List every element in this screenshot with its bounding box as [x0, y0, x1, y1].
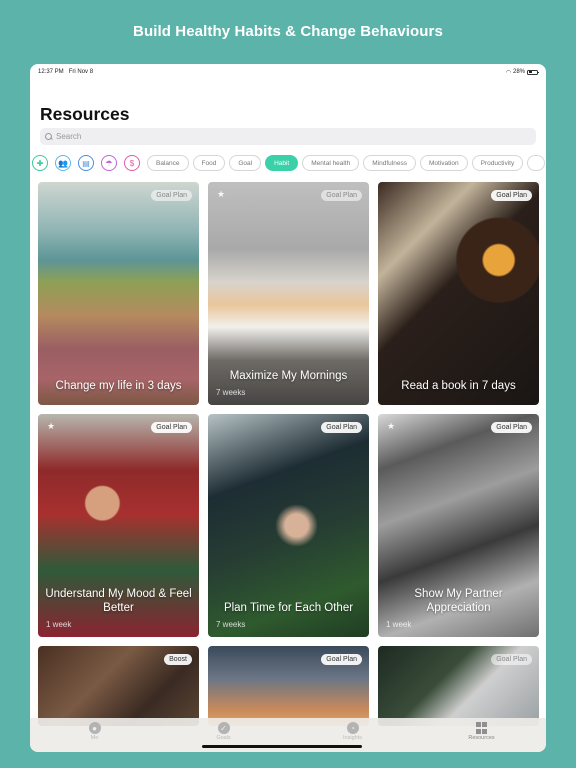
- status-date: Fri Nov 8: [68, 69, 94, 75]
- card-title: Read a book in 7 days: [401, 380, 516, 392]
- tab-label: Goals: [216, 735, 231, 741]
- battery-icon: [527, 69, 539, 75]
- search-icon: [45, 132, 53, 141]
- person-icon: ●: [88, 722, 101, 734]
- star-icon[interactable]: ★: [47, 421, 55, 432]
- card-title: Show My Partner Appreciation: [414, 588, 503, 614]
- battery-percent: 28%: [512, 69, 525, 75]
- search-input[interactable]: [56, 132, 516, 141]
- category-chip-balance[interactable]: Balance: [147, 155, 189, 171]
- filter-icon-chip[interactable]: $: [124, 155, 140, 171]
- card-duration: 7 weeks: [216, 388, 246, 397]
- dollar-icon: $: [129, 158, 135, 168]
- star-icon[interactable]: ★: [387, 421, 395, 432]
- tab-goals[interactable]: ✓ Goals: [174, 722, 274, 741]
- category-chip-more[interactable]: [527, 155, 546, 171]
- card-duration: 1 week: [46, 620, 72, 629]
- filter-icon-chip[interactable]: ▤: [78, 155, 94, 171]
- type-badge: Boost: [164, 654, 192, 665]
- people-icon: 👥: [58, 158, 68, 168]
- resource-card[interactable]: Goal Plan: [208, 646, 369, 726]
- card-title: Maximize My Mornings: [229, 370, 348, 382]
- type-badge: Goal Plan: [321, 190, 362, 201]
- resource-grid: Goal Plan Change my life in 3 days ★ Goa…: [38, 182, 539, 726]
- checkmark-icon: ✓: [217, 722, 230, 734]
- tab-label: Insights: [343, 735, 362, 741]
- chat-icon: ▤: [82, 158, 90, 168]
- resource-card[interactable]: Goal Plan: [378, 646, 539, 726]
- tab-label: Resources: [468, 735, 495, 741]
- resource-card[interactable]: ★ Goal Plan Maximize My Mornings 7 weeks: [208, 182, 369, 405]
- page-title: Resources: [40, 104, 130, 124]
- tab-bar: ● Me ✓ Goals ◔ Insights Resources: [30, 718, 546, 752]
- filter-icon-chip[interactable]: ✚: [32, 155, 48, 171]
- filter-icon-chip[interactable]: 👥: [55, 155, 71, 171]
- category-chip-productivity[interactable]: Productivity: [471, 155, 524, 171]
- puzzle-icon: ✚: [36, 158, 44, 168]
- category-chip-habit[interactable]: Habit: [265, 155, 299, 171]
- filter-icon-chip[interactable]: ☂: [101, 155, 117, 171]
- resource-card[interactable]: ★ Goal Plan Show My Partner Appreciation…: [378, 414, 539, 637]
- status-time: 12:37 PM: [38, 69, 64, 75]
- type-badge: Goal Plan: [491, 654, 532, 665]
- device-screen: 12:37 PM Fri Nov 8 ◠ 28% Resources ✚ 👥 ▤…: [30, 64, 546, 752]
- category-chip-mindfulness[interactable]: Mindfulness: [363, 155, 416, 171]
- category-chip-motivation[interactable]: Motivation: [419, 155, 468, 171]
- resource-card[interactable]: Boost: [38, 646, 199, 726]
- status-bar: 12:37 PM Fri Nov 8 ◠ 28%: [38, 67, 539, 77]
- home-indicator[interactable]: [202, 745, 362, 748]
- card-title: Plan Time for Each Other: [223, 602, 354, 614]
- grid-icon: [476, 722, 488, 734]
- category-chip-mental-health[interactable]: Mental health: [302, 155, 360, 171]
- type-badge: Goal Plan: [151, 422, 192, 433]
- search-bar[interactable]: [40, 128, 536, 145]
- card-duration: 1 week: [386, 620, 412, 629]
- pie-chart-icon: ◔: [346, 722, 359, 734]
- umbrella-icon: ☂: [105, 158, 113, 168]
- resource-card[interactable]: Goal Plan Change my life in 3 days: [38, 182, 199, 405]
- resource-card[interactable]: Goal Plan Read a book in 7 days: [378, 182, 539, 405]
- type-badge: Goal Plan: [491, 190, 532, 201]
- type-badge: Goal Plan: [321, 654, 362, 665]
- resource-card[interactable]: Goal Plan Plan Time for Each Other 7 wee…: [208, 414, 369, 637]
- resource-card[interactable]: ★ Goal Plan Understand My Mood & Feel Be…: [38, 414, 199, 637]
- tab-me[interactable]: ● Me: [45, 722, 145, 741]
- card-duration: 7 weeks: [216, 620, 246, 629]
- category-chip-goal[interactable]: Goal: [229, 155, 262, 171]
- tab-insights[interactable]: ◔ Insights: [303, 722, 403, 741]
- card-title: Understand My Mood & Feel Better: [45, 588, 192, 614]
- star-icon[interactable]: ★: [217, 189, 225, 200]
- tab-label: Me: [90, 735, 99, 741]
- category-chip-food[interactable]: Food: [192, 155, 226, 171]
- type-badge: Goal Plan: [151, 190, 192, 201]
- wifi-icon: ◠: [505, 69, 511, 76]
- card-title: Change my life in 3 days: [55, 380, 182, 392]
- type-badge: Goal Plan: [491, 422, 532, 433]
- filter-chips: ✚ 👥 ▤ ☂ $ Balance Food Goal Habit Mental…: [32, 155, 546, 171]
- type-badge: Goal Plan: [321, 422, 362, 433]
- headline: Build Healthy Habits & Change Behaviours: [133, 23, 443, 40]
- tab-resources[interactable]: Resources: [432, 722, 532, 741]
